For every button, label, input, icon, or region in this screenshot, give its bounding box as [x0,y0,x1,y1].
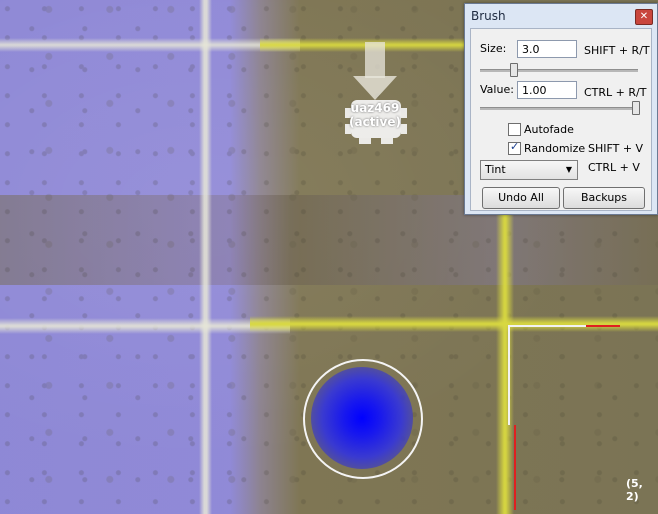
size-slider-thumb[interactable] [510,63,519,77]
size-label: Size: [480,42,507,55]
randomize-label: Randomize [524,142,586,155]
autofade-label: Autofade [524,123,574,136]
selection-edge-left-red [514,425,516,510]
value-slider-track[interactable] [480,107,638,110]
selection-edge-left [508,325,510,425]
unit-name: uaz469 [350,101,400,115]
value-input[interactable]: 1.00 [517,81,577,99]
brush-cursor [303,359,423,479]
brush-panel: Size: 3.0 SHIFT + R/T Value: 1.00 CTRL +… [470,28,652,211]
brush-mode-value: Tint [485,163,506,176]
undo-all-button[interactable]: Undo All [482,187,560,209]
down-arrow-icon [353,42,397,100]
grid-line-vertical [199,0,212,514]
checkmark-icon: ✓ [510,140,520,153]
value-slider-thumb[interactable] [632,101,640,115]
highlight-line-vertical [496,212,514,514]
selection-edge-top [508,325,588,327]
selection-edge-top-red [586,325,620,327]
window-title: Brush [471,9,506,23]
chevron-down-icon: ▼ [565,165,572,174]
unit-status: (active) [349,115,401,129]
brush-window[interactable]: Brush ✕ Size: 3.0 SHIFT + R/T Value: 1.0… [464,3,658,215]
brush-mode-select[interactable]: Tint ▼ [480,160,578,180]
cell-coordinates: (5, 2) [626,477,643,503]
backups-button[interactable]: Backups [563,187,645,209]
randomize-checkbox[interactable]: ✓ [508,140,521,155]
unit-label: uaz469 (active) [343,101,407,129]
value-label: Value: [480,83,514,96]
autofade-checkbox[interactable] [508,123,521,136]
mode-shortcut: CTRL + V [588,161,640,174]
size-shortcut: SHIFT + R/T [584,44,650,57]
highlight-line-horizontal [250,316,658,332]
size-slider-track[interactable] [480,69,638,72]
size-input[interactable]: 3.0 [517,40,577,58]
value-shortcut: CTRL + R/T [584,86,647,99]
grid-line-horizontal [0,318,290,334]
randomize-shortcut: SHIFT + V [588,142,644,155]
close-icon[interactable]: ✕ [635,9,653,25]
grid-line-horizontal [0,38,300,52]
